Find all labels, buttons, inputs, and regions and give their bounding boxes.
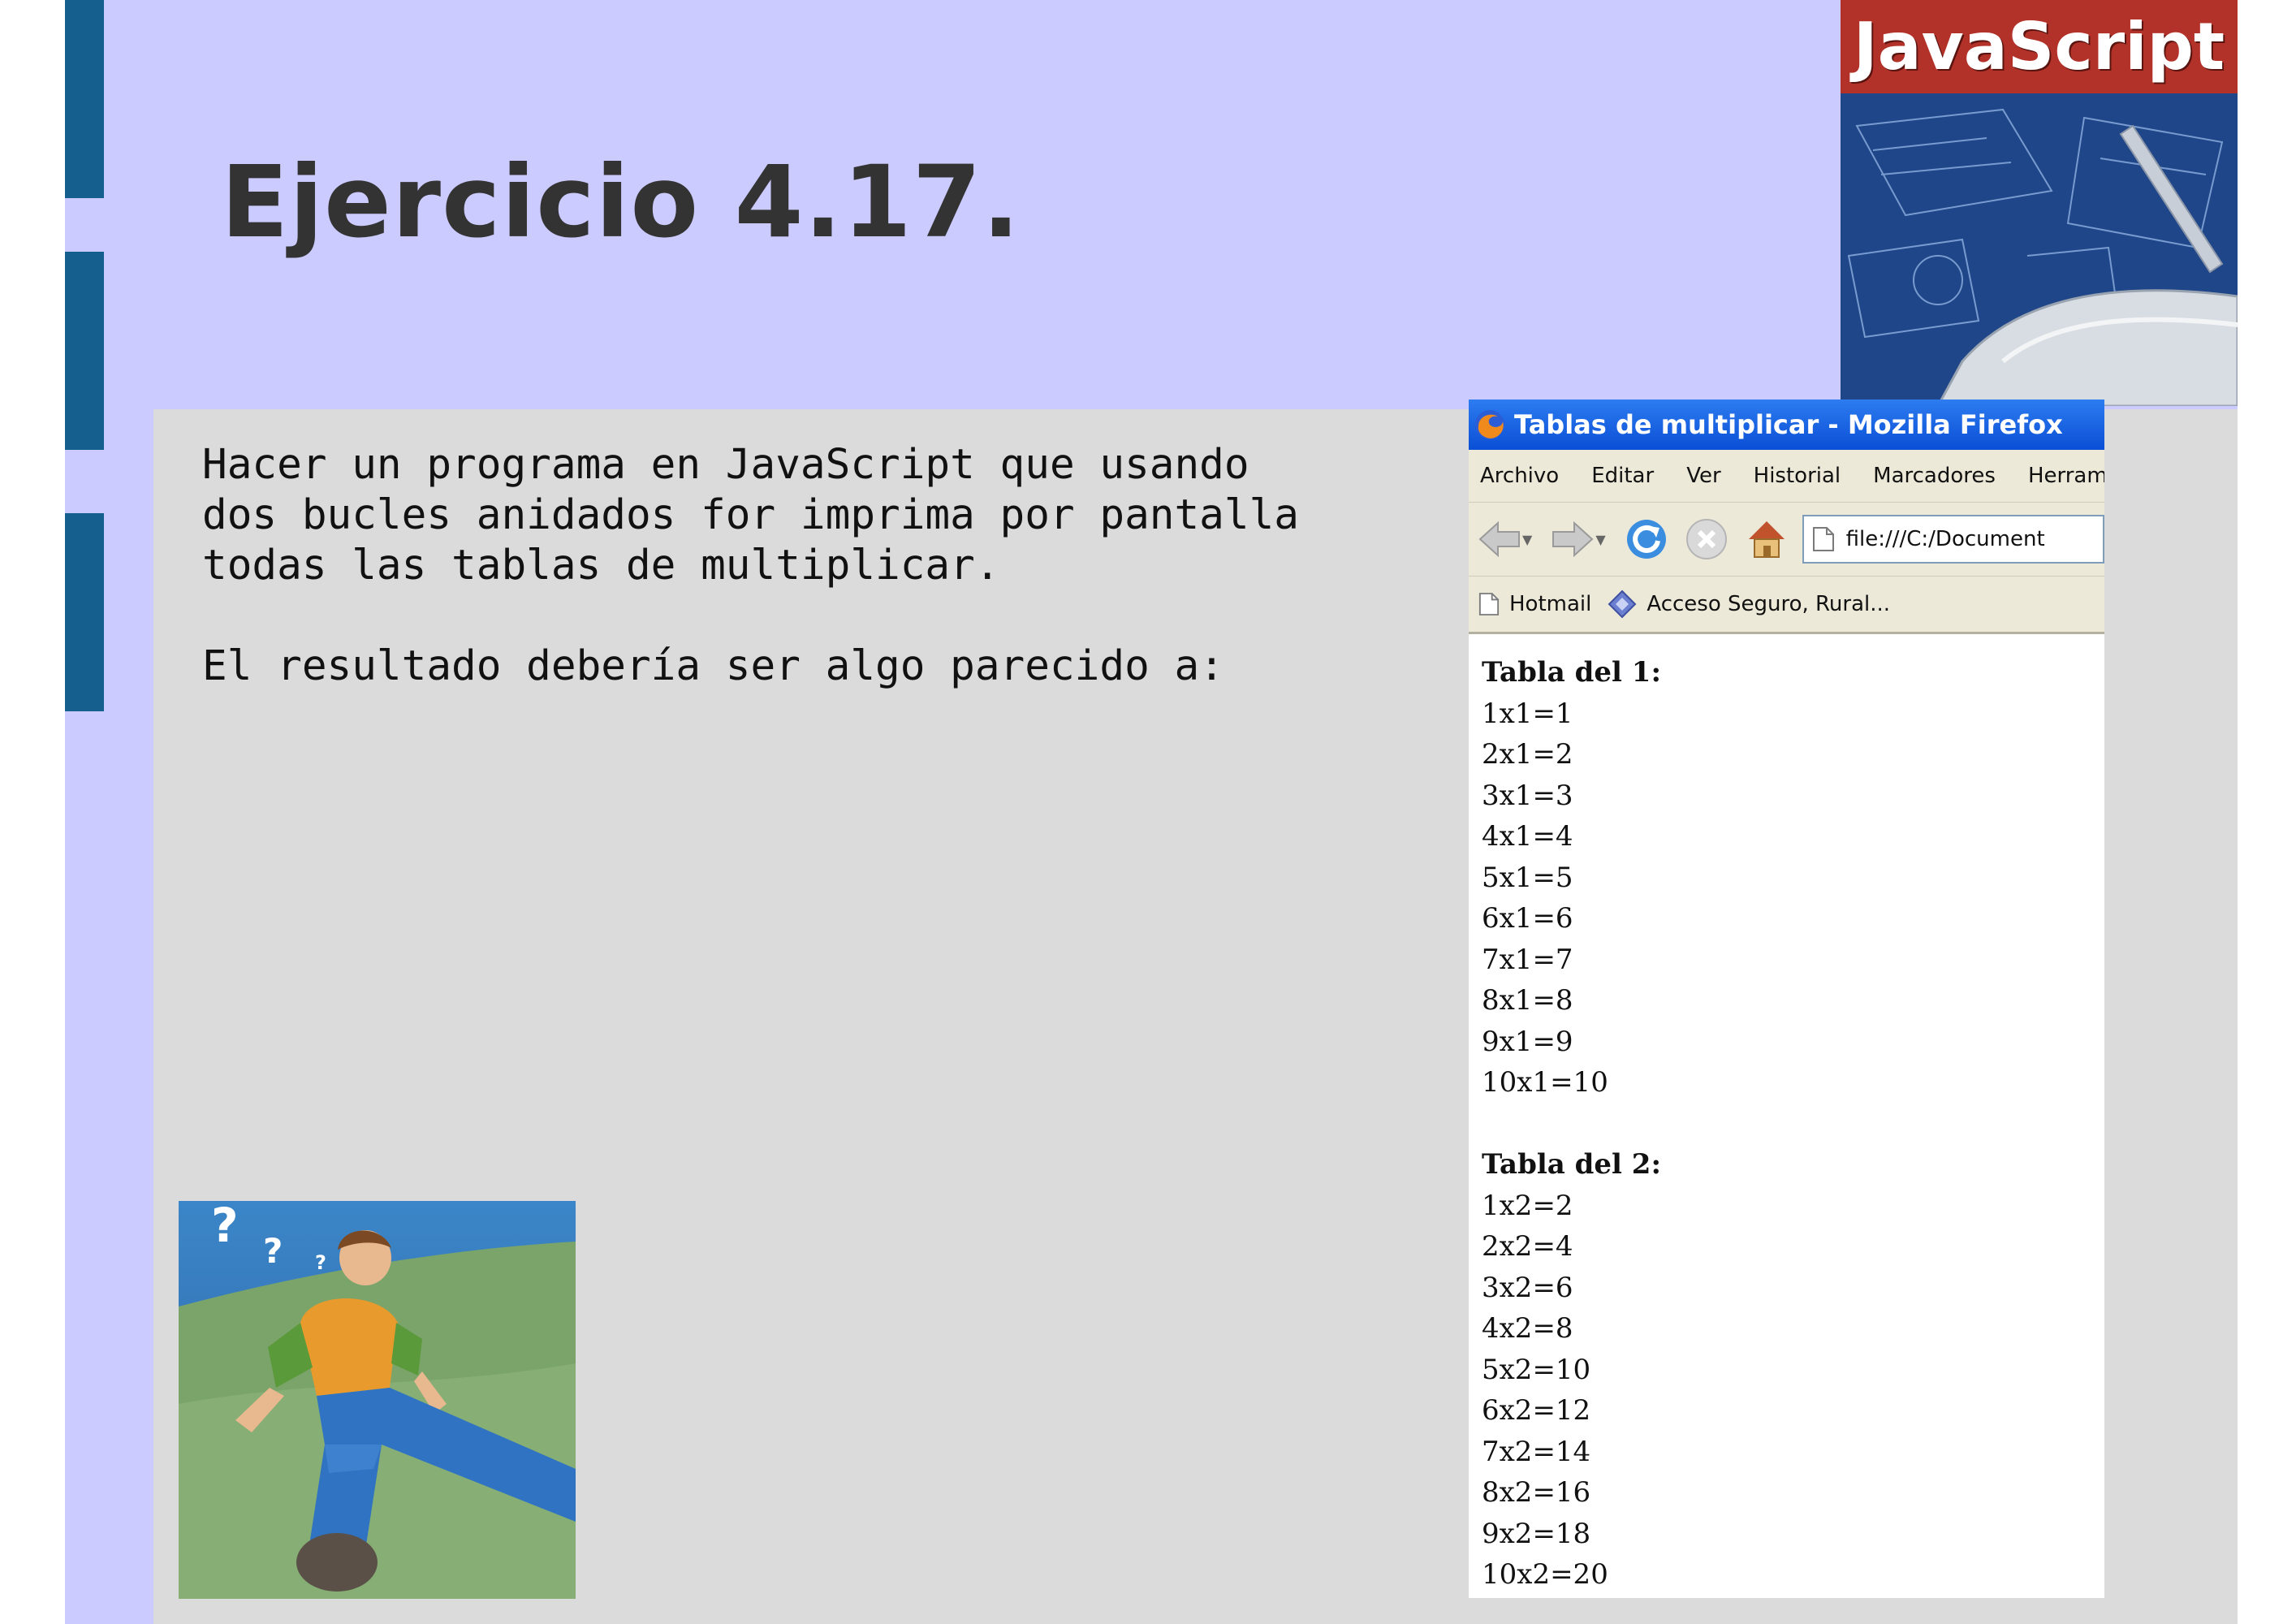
menu-item-marcadores[interactable]: Marcadores <box>1873 464 1996 488</box>
menu-item-editar[interactable]: Editar <box>1591 464 1654 488</box>
table-row: 7x1=7 <box>1482 943 1573 976</box>
exercise-description: Hacer un programa en JavaScript que usan… <box>202 440 1299 692</box>
table-row: 1x2=2 <box>1482 1189 1573 1222</box>
table-row: 10x2=20 <box>1482 1558 1608 1591</box>
question-mark: ? <box>315 1251 326 1274</box>
back-arrow-icon <box>1478 520 1520 558</box>
javascript-logo: JavaScript <box>1841 0 2238 406</box>
page-icon <box>1478 593 1500 615</box>
page-content: Tabla del 1: 1x1=1 2x1=2 3x1=3 4x1=4 5x1… <box>1469 634 2104 1596</box>
bookmark-label: Acceso Seguro, Rural... <box>1646 592 1891 616</box>
menu-item-archivo[interactable]: Archivo <box>1480 464 1559 488</box>
question-mark: ? <box>263 1231 283 1271</box>
bookmark-label: Hotmail <box>1509 592 1592 616</box>
menu-bar: Archivo Editar Ver Historial Marcadores … <box>1469 450 2104 503</box>
menu-item-herramientas[interactable]: Herramient <box>2028 464 2104 488</box>
forward-arrow-icon <box>1552 520 1594 558</box>
table-row: 3x2=6 <box>1482 1271 1573 1304</box>
window-titlebar: Tablas de multiplicar - Mozilla Firefox <box>1469 400 2104 450</box>
address-text: file:///C:/Document <box>1845 527 2045 551</box>
description-line: El resultado debería ser algo parecido a… <box>202 642 1224 690</box>
address-bar[interactable]: file:///C:/Document <box>1802 515 2104 564</box>
table-row: 7x2=14 <box>1482 1435 1591 1468</box>
browser-window: Tablas de multiplicar - Mozilla Firefox … <box>1469 400 2104 1598</box>
table-row: 9x1=9 <box>1482 1025 1573 1058</box>
stop-icon <box>1685 519 1727 559</box>
menu-item-ver[interactable]: Ver <box>1686 464 1720 488</box>
table-row: 8x1=8 <box>1482 984 1573 1017</box>
menu-item-historial[interactable]: Historial <box>1754 464 1841 488</box>
table-heading: Tabla del 2: <box>1482 1148 1661 1181</box>
accent-bar <box>65 513 104 711</box>
stop-button[interactable] <box>1682 515 1731 564</box>
table-row: 5x1=5 <box>1482 861 1573 894</box>
table-row: 8x2=16 <box>1482 1476 1591 1509</box>
table-row: 2x2=4 <box>1482 1230 1573 1263</box>
table-row: 4x1=4 <box>1482 820 1573 853</box>
accent-bar <box>65 252 104 450</box>
accent-bar <box>65 0 104 198</box>
reload-button[interactable] <box>1622 515 1671 564</box>
table-row: 1x1=1 <box>1482 697 1573 730</box>
table-row: 5x2=10 <box>1482 1353 1591 1386</box>
table-row: 2x1=2 <box>1482 738 1573 771</box>
description-line: Hacer un programa en JavaScript que usan… <box>202 441 1249 489</box>
page-icon <box>1812 527 1834 551</box>
bookmarks-toolbar: Hotmail Acceso Seguro, Rural... <box>1469 577 2104 634</box>
table-row: 3x1=3 <box>1482 779 1573 812</box>
home-button[interactable] <box>1742 515 1791 564</box>
navigation-toolbar: ▼ ▼ file:///C:/Document <box>1469 503 2104 577</box>
slide: Ejercicio 4.17. Hacer un programa en Jav… <box>65 0 2238 1624</box>
bookmark-hotmail[interactable]: Hotmail <box>1478 591 1591 617</box>
question-mark: ? <box>211 1201 239 1253</box>
table-row: 4x2=8 <box>1482 1312 1573 1345</box>
description-line: dos bucles anidados for imprima por pant… <box>202 491 1300 539</box>
back-dropdown[interactable]: ▼ <box>1522 532 1532 547</box>
bookmark-diamond-icon <box>1608 590 1637 619</box>
firefox-icon <box>1475 410 1504 439</box>
confused-man-clipart: ? ? ? <box>179 1201 576 1599</box>
table-row: 6x1=6 <box>1482 902 1573 935</box>
home-icon <box>1748 521 1785 558</box>
reload-icon <box>1626 520 1666 559</box>
slide-title: Ejercicio 4.17. <box>221 145 1021 260</box>
window-title: Tablas de multiplicar - Mozilla Firefox <box>1514 409 2063 440</box>
table-row: 10x1=10 <box>1482 1066 1608 1099</box>
logo-text: JavaScript <box>1853 9 2225 84</box>
back-button[interactable] <box>1475 515 1524 564</box>
table-row: 6x2=12 <box>1482 1394 1591 1427</box>
blueprint-hammer-illustration <box>1841 93 2238 406</box>
forward-button[interactable] <box>1548 515 1597 564</box>
table-heading: Tabla del 1: <box>1482 656 1661 689</box>
description-line: todas las tablas de multiplicar. <box>202 542 1000 590</box>
forward-dropdown[interactable]: ▼ <box>1595 532 1605 547</box>
bookmark-acceso-seguro[interactable]: Acceso Seguro, Rural... <box>1608 590 1890 619</box>
table-row: 9x2=18 <box>1482 1517 1591 1550</box>
